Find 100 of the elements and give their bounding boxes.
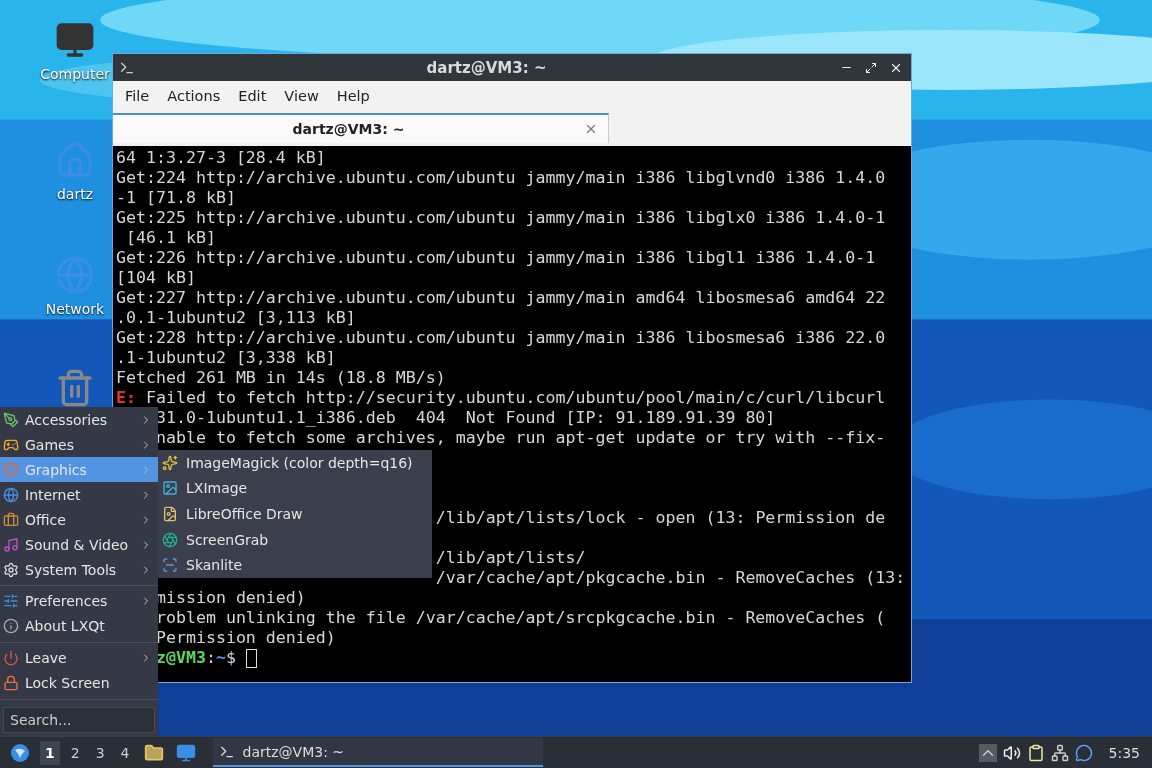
menu-item-label: Lock Screen <box>25 675 111 692</box>
submenu-item-label: Skanlite <box>186 557 244 574</box>
submenu-item-label: ImageMagick (color depth=q16) <box>186 454 414 471</box>
tab[interactable]: dartz@VM3: ~ <box>113 113 609 143</box>
menu-item-label: Leave <box>25 650 68 667</box>
gear-icon <box>3 561 19 578</box>
terminal-line: /var/cache/apt/pkgcache.bin - RemoveCaches (13: <box>435 568 906 588</box>
close-icon[interactable] <box>584 122 598 136</box>
menu-item[interactable]: Lock Screen <box>0 670 158 696</box>
menu-item[interactable]: Edit <box>230 84 275 108</box>
terminal-line: -1 [71.8 kB] <box>116 188 236 208</box>
terminal-line: Fetched 261 MB in 14s (18.8 MB/s) <box>116 368 446 388</box>
document-icon <box>162 506 178 522</box>
submenu-item-label: ScreenGrab <box>186 531 270 548</box>
terminal-line: nable to fetch some archives, maybe run apt-get update or try with --fix- <box>155 428 886 448</box>
sliders-icon <box>3 593 19 610</box>
submenu-item-label: LXImage <box>186 480 249 497</box>
menu-item[interactable]: Accessories <box>0 407 158 432</box>
submenu-item-label: LibreOffice Draw <box>186 506 304 522</box>
aperture-icon <box>162 531 178 548</box>
menu-item-label: Preferences <box>25 593 109 610</box>
pen-icon <box>3 411 19 428</box>
power-icon <box>3 650 19 667</box>
desktop-icon-label: Computer <box>40 66 110 82</box>
logo-icon <box>10 742 30 763</box>
notification-icon[interactable] <box>1074 743 1093 762</box>
terminal-line: .0.1-1ubuntu2 [3,113 kB] <box>116 308 356 328</box>
terminal-line: Permission denied) <box>155 628 336 648</box>
submenu-item[interactable]: LXImage <box>158 475 432 502</box>
globe-icon <box>3 486 19 503</box>
maximize-icon <box>865 61 877 74</box>
music-icon <box>3 536 19 553</box>
tray-expand-icon[interactable] <box>978 743 997 762</box>
terminal-line: /lib/apt/lists/lock - open (13: Permission de <box>435 508 886 528</box>
menu-item-label: Internet <box>25 486 82 503</box>
lock-icon <box>3 675 19 692</box>
clipboard-icon[interactable] <box>1026 743 1045 762</box>
workspace-button[interactable]: 2 <box>65 740 85 765</box>
terminal-line: mission denied) <box>155 588 306 608</box>
menu-item[interactable]: Sound & Video <box>0 532 158 557</box>
menu-item[interactable]: View <box>276 84 327 108</box>
volume-icon[interactable] <box>1002 743 1021 762</box>
network-icon[interactable] <box>1050 743 1069 762</box>
menu-item[interactable]: Preferences <box>0 588 158 614</box>
prompt-user: z@VM3 <box>155 648 206 668</box>
menu-item-label: Graphics <box>25 461 88 478</box>
menu-item[interactable]: Office <box>0 507 158 532</box>
sparkles-icon <box>162 454 178 471</box>
task-button[interactable]: dartz@VM3: ~ <box>212 738 543 767</box>
terminal-line: .1-1ubuntu2 [3,338 kB] <box>116 348 336 368</box>
menu-item[interactable]: Internet <box>0 482 158 507</box>
desktop-icon-label: dartz <box>56 186 94 202</box>
workspace-button[interactable]: 4 <box>115 740 135 765</box>
image-icon <box>162 480 178 497</box>
prompt-path: ~ <box>215 648 226 668</box>
text-cursor <box>245 648 257 668</box>
menu-item-label: System Tools <box>25 561 118 578</box>
terminal-line: Get:227 http://archive.ubuntu.com/ubuntu jammy/main amd64 libosmesa6 amd64 22 <box>116 288 886 308</box>
menu-item-label: Office <box>25 511 67 528</box>
menu-item-label: Games <box>25 436 75 453</box>
submenu-item[interactable]: ImageMagick (color depth=q16) <box>158 450 432 476</box>
workspace-button[interactable]: 3 <box>90 740 110 765</box>
search-field[interactable]: Search... <box>3 706 155 733</box>
scanner-icon <box>162 557 178 574</box>
terminal-line: [46.1 kB] <box>125 228 216 248</box>
menu-item[interactable]: Leave <box>0 645 158 671</box>
menu-item[interactable]: Actions <box>159 84 229 108</box>
clock: 5:35 <box>1108 744 1140 761</box>
menu-item-label: About LXQt <box>25 618 106 635</box>
menu-item[interactable]: Help <box>328 84 378 108</box>
menu-item[interactable]: File <box>117 84 158 108</box>
desktop-icon-label: Network <box>45 301 105 317</box>
menu-item[interactable]: Games <box>0 432 158 457</box>
info-icon <box>3 618 19 635</box>
terminal-line: roblem unlinking the file /var/cache/apt/srcpkgcache.bin - RemoveCaches ( <box>155 608 886 628</box>
window-title: dartz@VM3: ~ <box>425 58 548 77</box>
monitor-icon[interactable] <box>55 20 95 60</box>
submenu-item[interactable]: LibreOffice Draw <box>158 501 432 527</box>
terminal-line: Get:226 http://archive.ubuntu.com/ubuntu jammy/main i386 libgl1 i386 1.4.0-1 <box>116 248 876 268</box>
maximize-button[interactable] <box>863 61 879 74</box>
terminal-line: [104 kB] <box>116 268 196 288</box>
palette-icon <box>3 461 19 478</box>
menu-item-label: Sound & Video <box>25 536 130 553</box>
terminal-line: Get:228 http://archive.ubuntu.com/ubuntu jammy/main i386 libosmesa6 i386 22.0 <box>116 328 886 348</box>
menu-item[interactable]: System Tools <box>0 557 158 582</box>
terminal-line: Failed to fetch http://security.ubuntu.com/ubuntu/pool/main/c/curl/libcurl <box>144 388 886 408</box>
terminal-line: Get:225 http://archive.ubuntu.com/ubuntu jammy/main i386 libglx0 i386 1.4.0-1 <box>116 208 886 228</box>
menu-item[interactable]: About LXQt <box>0 613 158 639</box>
submenu-item[interactable]: Skanlite <box>158 552 432 578</box>
prompt-symbol: $ <box>225 648 236 668</box>
terminal-line: 31.0-1ubuntu1.1_i386.deb 404 Not Found [IP: 91.189.91.39 80] <box>155 408 776 428</box>
error-prefix: E: <box>116 388 136 408</box>
workspace-button[interactable]: 1 <box>40 740 60 765</box>
prompt-symbol: : <box>205 648 216 668</box>
submenu-item[interactable]: ScreenGrab <box>158 526 432 553</box>
terminal-line: /lib/apt/lists/ <box>435 548 586 568</box>
briefcase-icon <box>3 511 19 528</box>
menu-item-label: Accessories <box>25 411 109 428</box>
terminal-line: Get:224 http://archive.ubuntu.com/ubuntu jammy/main i386 libglvnd0 i386 1.4.0 <box>116 168 886 188</box>
terminal-line: 64 1:3.27-3 [28.4 kB] <box>116 148 326 168</box>
